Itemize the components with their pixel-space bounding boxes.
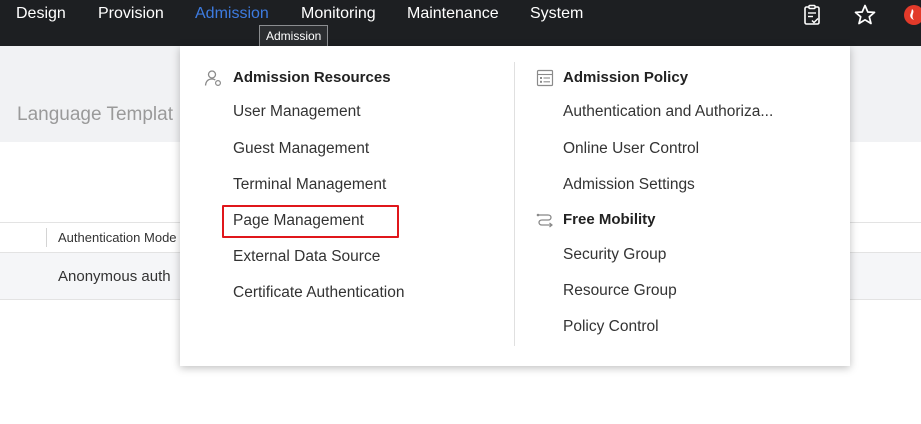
star-icon[interactable] <box>853 3 877 27</box>
table-cell: Anonymous auth <box>58 268 171 285</box>
nav-item-admission[interactable]: Admission <box>195 5 269 23</box>
menu-item-user-management[interactable]: User Management <box>233 103 361 121</box>
menu-item-external-data-source[interactable]: External Data Source <box>233 248 380 266</box>
group-heading-free-mobility: Free Mobility <box>563 211 656 228</box>
page-title: Language Templat <box>17 104 173 125</box>
policy-list-icon <box>536 69 554 87</box>
nav-item-provision[interactable]: Provision <box>98 5 164 23</box>
menu-item-guest-management[interactable]: Guest Management <box>233 140 369 158</box>
admission-dropdown-menu: Admission Resources User Management Gues… <box>180 46 850 366</box>
menu-item-security-group[interactable]: Security Group <box>563 246 666 264</box>
menu-item-authentication-and-authorization[interactable]: Authentication and Authoriza... <box>563 103 773 121</box>
menu-item-online-user-control[interactable]: Online User Control <box>563 140 699 158</box>
user-gear-icon <box>204 70 222 87</box>
column-separator <box>46 228 47 247</box>
group-heading-admission-policy: Admission Policy <box>563 69 689 86</box>
nav-item-maintenance[interactable]: Maintenance <box>407 5 499 23</box>
logo-icon[interactable] <box>902 3 921 27</box>
menu-item-resource-group[interactable]: Resource Group <box>563 282 677 300</box>
menu-item-admission-settings[interactable]: Admission Settings <box>563 176 695 194</box>
menu-column-divider <box>514 62 515 346</box>
menu-item-terminal-management[interactable]: Terminal Management <box>233 176 386 194</box>
nav-tooltip: Admission <box>259 25 329 47</box>
menu-item-policy-control[interactable]: Policy Control <box>563 318 659 336</box>
nav-item-design[interactable]: Design <box>16 5 66 23</box>
menu-item-page-management[interactable]: Page Management <box>233 212 364 230</box>
mobility-flow-icon <box>536 213 553 228</box>
clipboard-check-icon[interactable] <box>800 3 824 27</box>
menu-item-certificate-authentication[interactable]: Certificate Authentication <box>233 284 404 302</box>
nav-item-monitoring[interactable]: Monitoring <box>301 5 376 23</box>
top-nav-bar: Design Provision Admission Monitoring Ma… <box>0 0 921 46</box>
column-header-authentication-mode[interactable]: Authentication Mode <box>58 230 177 245</box>
group-heading-admission-resources: Admission Resources <box>233 69 391 86</box>
nav-item-system[interactable]: System <box>530 5 583 23</box>
